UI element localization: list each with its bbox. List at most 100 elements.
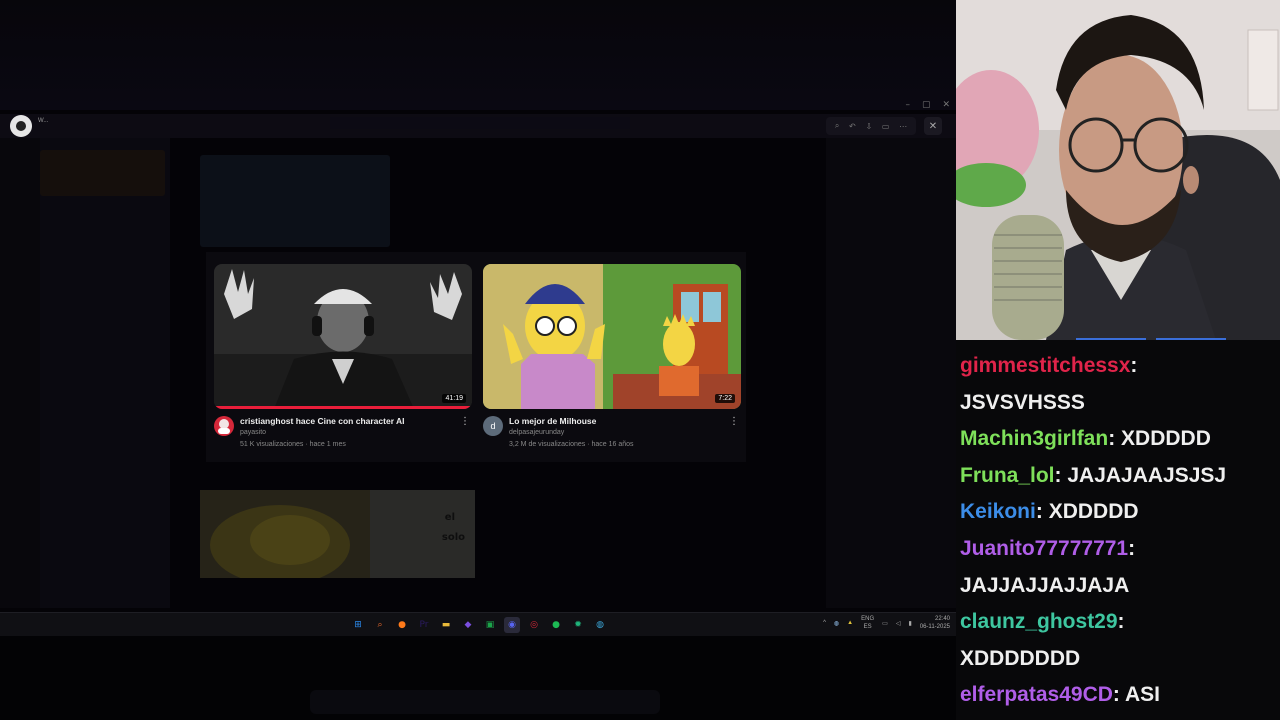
alert-icon[interactable]: ▲ — [847, 620, 853, 626]
premiere-icon[interactable]: Pr — [416, 617, 432, 633]
more-icon[interactable]: ⋯ — [899, 122, 907, 131]
language-indicator[interactable]: ENG ES — [861, 615, 874, 631]
system-tray: ^ ◍ ▲ ENG ES ▭ ◁ ▮ 22:40 06-11-2025 — [823, 615, 950, 631]
chat-separator: : — [1054, 463, 1068, 487]
dimmed-banner — [40, 150, 165, 196]
chat-message: Machin3girlfan: XDDDDD — [960, 421, 1280, 458]
browser-icon[interactable]: ◍ — [592, 617, 608, 633]
network-icon[interactable]: ◍ — [834, 620, 839, 627]
video-title[interactable]: cristianghost hace Cine con character AI — [240, 416, 472, 427]
blurred-dock — [310, 690, 660, 714]
chat-separator: : — [1035, 500, 1049, 524]
notice-bar — [330, 117, 630, 129]
dimmed-member-list — [826, 138, 956, 608]
taskbar-icons: ⊞ ⌕ ● Pr ▬ ◆ ▣ ◉ ◎ ● ✹ ◍ — [350, 617, 608, 633]
chat-text: JSVSVHSSS — [960, 390, 1085, 414]
channel-avatar-letter: d — [490, 421, 496, 431]
more-options-icon[interactable]: ⋮ — [729, 416, 739, 427]
chat-message: Keikoni: XDDDDD — [960, 494, 1280, 531]
video-meta: cristianghost hace Cine con character AI… — [214, 416, 472, 450]
minimize-icon[interactable]: – — [905, 100, 910, 110]
chat-text: XDDDDD — [1048, 500, 1139, 524]
green-app-icon[interactable]: ▣ — [482, 617, 498, 633]
chat-username[interactable]: Juanito77777771 — [960, 537, 1128, 560]
chat-username[interactable]: claunz_ghost29 — [960, 610, 1118, 633]
chat-text: ASI — [1124, 683, 1160, 707]
download-icon[interactable]: ⇩ — [865, 122, 872, 131]
chat-separator: : — [1130, 354, 1138, 377]
clock-time: 22:40 — [934, 616, 950, 622]
image-viewer-toolbar: ⌕ ↶ ⇩ ▭ ⋯ — [826, 117, 916, 135]
battery-icon[interactable]: ▮ — [908, 620, 911, 627]
more-options-icon[interactable]: ⋮ — [460, 416, 470, 427]
chat-username[interactable]: Keikoni — [960, 500, 1036, 523]
gear-app-icon[interactable]: ✹ — [570, 617, 586, 633]
chat-text: JAJAJAAJSJSJ — [1067, 463, 1227, 487]
video-duration: 41:19 — [442, 394, 466, 403]
windows-start-icon[interactable]: ⊞ — [350, 617, 366, 633]
video-meta: d Lo mejor de Milhouse delpasajeurunday … — [483, 416, 741, 450]
chat-separator: : — [1112, 683, 1125, 707]
video-title[interactable]: Lo mejor de Milhouse — [509, 416, 741, 427]
chat-separator: : — [1128, 537, 1136, 560]
channel-avatar[interactable]: d — [483, 416, 503, 436]
open-external-icon[interactable]: ▭ — [882, 122, 890, 131]
chat-username[interactable]: elferpatas49CD — [960, 683, 1113, 706]
window-close-icon[interactable]: ✕ — [942, 100, 950, 110]
chat-separator: : — [1108, 427, 1122, 451]
video-card[interactable]: 7:22 d Lo mejor de Milhouse delpasajeuru… — [483, 264, 741, 450]
close-viewer-button[interactable]: ✕ — [924, 117, 942, 135]
app-name: W... — [38, 118, 49, 124]
captured-desktop: – ▢ ✕ W... ⌕ ↶ ⇩ ▭ ⋯ ✕ 41:19 cristiangho… — [0, 0, 956, 720]
chat-message: Juanito77777771: — [960, 531, 1280, 568]
dimmed-channel-list — [40, 138, 170, 608]
video-thumbnail[interactable]: 7:22 — [483, 264, 741, 409]
chat-message: JAJJAJJAJJAJA — [960, 568, 1280, 605]
chat-message: JSVSVHSSS — [960, 385, 1280, 422]
thumbnail-image — [214, 264, 472, 409]
thumbnail-text: el — [444, 512, 455, 523]
webcam-feed — [956, 0, 1280, 340]
stream-chat: gimmestitchessx: JSVSVHSSS Machin3girlfan:… — [956, 340, 1280, 720]
chat-message: elferpatas49CD: ASI — [960, 677, 1280, 714]
video-duration: 7:22 — [715, 394, 735, 403]
chat-message: claunz_ghost29: — [960, 604, 1280, 641]
volume-icon[interactable]: ◁ — [896, 620, 901, 627]
chat-message: XDDDDDDD — [960, 641, 1280, 678]
thumbnail-text: solo — [441, 532, 465, 543]
chat-separator: : — [1117, 610, 1125, 634]
chat-message: Fruna_lol: JAJAJAAJSJSJ — [960, 458, 1280, 495]
tray-caret-icon[interactable]: ^ — [823, 620, 826, 626]
video-stats: 51 K visualizaciones · hace 1 mes — [240, 441, 346, 448]
video-card[interactable]: 41:19 cristianghost hace Cine con charac… — [214, 264, 472, 450]
stream-frame: – ▢ ✕ W... ⌕ ↶ ⇩ ▭ ⋯ ✕ 41:19 cristiangho… — [0, 0, 1280, 720]
chat-text: JAJJAJJAJJAJA — [960, 573, 1130, 597]
chat-username[interactable]: Machin3girlfan — [960, 427, 1108, 450]
window-controls: – ▢ ✕ — [905, 100, 950, 110]
obsidian-icon[interactable]: ◆ — [460, 617, 476, 633]
video-thumbnail[interactable]: el solo — [200, 490, 475, 578]
channel-name[interactable]: delpasajeurunday — [509, 427, 741, 439]
folder-icon[interactable]: ▬ — [438, 617, 454, 633]
maximize-icon[interactable]: ▢ — [922, 100, 931, 110]
chat-username[interactable]: Fruna_lol — [960, 464, 1055, 487]
firefox-icon[interactable]: ● — [394, 617, 410, 633]
clock-date: 06-11-2025 — [919, 624, 950, 630]
wifi-icon[interactable]: ▭ — [882, 620, 888, 627]
video-thumbnail[interactable]: 41:19 — [214, 264, 472, 409]
chat-username[interactable]: gimmestitchessx — [960, 354, 1130, 377]
channel-name[interactable]: payasito — [240, 427, 472, 439]
thumbnail-image — [200, 490, 475, 578]
spotify-icon[interactable]: ● — [548, 617, 564, 633]
thumbnail-image — [483, 264, 741, 409]
rotate-icon[interactable]: ↶ — [849, 122, 856, 131]
taskbar-clock[interactable]: 22:40 06-11-2025 — [920, 615, 950, 631]
video-stats: 3,2 M de visualizaciones · hace 16 años — [509, 441, 634, 448]
search-icon[interactable]: ⌕ — [372, 617, 388, 633]
channel-avatar[interactable] — [214, 416, 234, 436]
chat-message: gimmestitchessx: — [960, 348, 1280, 385]
red-app-icon[interactable]: ◎ — [526, 617, 542, 633]
windows-taskbar: ⊞ ⌕ ● Pr ▬ ◆ ▣ ◉ ◎ ● ✹ ◍ ^ ◍ ▲ ENG ES ▭ ◁ ▮ 22:40 0… — [0, 612, 956, 636]
zoom-icon[interactable]: ⌕ — [835, 121, 839, 131]
discord-icon[interactable]: ◉ — [504, 617, 520, 633]
